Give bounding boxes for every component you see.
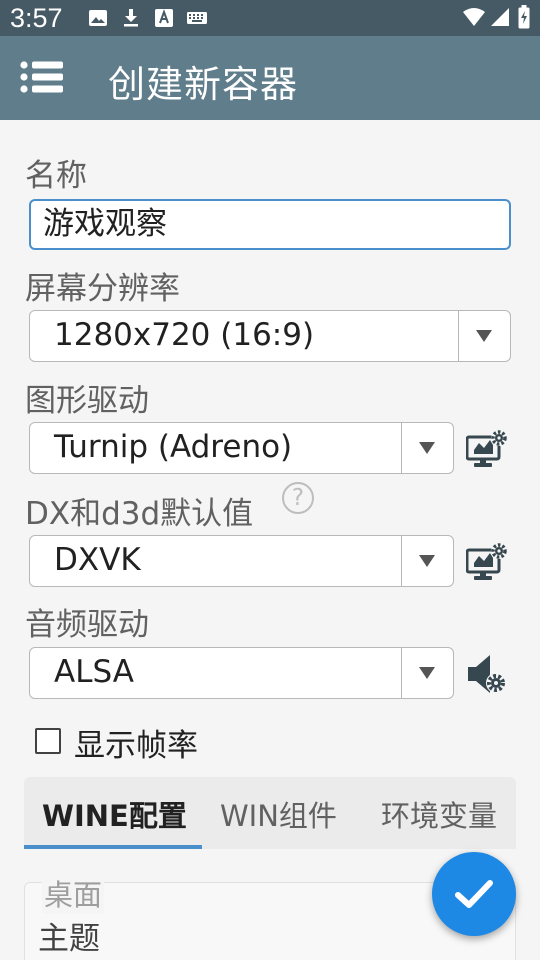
theme-label: 主题 xyxy=(38,921,100,957)
tab-wine-config[interactable]: WINE配置 xyxy=(42,793,187,835)
triangle-down-icon xyxy=(419,667,435,679)
active-tab-indicator xyxy=(24,845,202,849)
graphics-driver-value: Turnip (Adreno) xyxy=(54,429,293,465)
desktop-section-label: 桌面 xyxy=(42,872,105,914)
battery-icon xyxy=(518,5,530,33)
resolution-dropdown-button[interactable] xyxy=(458,311,510,361)
keyboard-a-icon xyxy=(154,8,174,32)
graphics-driver-dropdown-button[interactable] xyxy=(401,423,453,473)
check-icon xyxy=(455,880,493,908)
download-icon xyxy=(121,8,141,32)
resolution-label: 屏幕分辨率 xyxy=(25,271,180,307)
triangle-down-icon xyxy=(419,555,435,567)
image-icon xyxy=(88,8,108,32)
dx-wrapper-value: DXVK xyxy=(54,542,141,578)
monitor-gear-icon[interactable] xyxy=(465,541,508,583)
help-icon[interactable]: ? xyxy=(282,482,314,514)
audio-driver-select[interactable]: ALSA xyxy=(29,647,454,699)
wifi-icon xyxy=(462,6,486,32)
resolution-value: 1280x720 (16:9) xyxy=(54,317,315,353)
graphics-driver-select[interactable]: Turnip (Adreno) xyxy=(29,422,454,474)
tab-bar: WINE配置 WIN组件 环境变量 xyxy=(24,777,516,849)
audio-driver-label: 音频驱动 xyxy=(25,607,149,643)
audio-driver-value: ALSA xyxy=(54,654,134,690)
status-time: 3:57 xyxy=(10,3,63,33)
dx-wrapper-label: DX和d3d默认值 xyxy=(25,496,254,532)
monitor-gear-icon[interactable] xyxy=(465,428,508,470)
name-input[interactable]: 游戏观察 xyxy=(29,199,511,250)
menu-icon[interactable] xyxy=(20,60,64,94)
name-label: 名称 xyxy=(25,158,87,194)
graphics-driver-label: 图形驱动 xyxy=(25,383,149,419)
dx-wrapper-dropdown-button[interactable] xyxy=(401,536,453,586)
show-fps-label[interactable]: 显示帧率 xyxy=(74,720,198,765)
triangle-down-icon xyxy=(419,442,435,454)
show-fps-checkbox[interactable] xyxy=(35,728,61,754)
confirm-button[interactable] xyxy=(432,852,516,936)
audio-driver-dropdown-button[interactable] xyxy=(401,648,453,698)
dx-wrapper-select[interactable]: DXVK xyxy=(29,535,454,587)
speaker-gear-icon[interactable] xyxy=(466,653,508,695)
page-title: 创建新容器 xyxy=(108,63,298,106)
tab-env-vars[interactable]: 环境变量 xyxy=(381,793,497,835)
keyboard-icon xyxy=(186,8,208,32)
resolution-select[interactable]: 1280x720 (16:9) xyxy=(29,310,511,362)
cell-signal-icon xyxy=(490,6,510,32)
tab-win-components[interactable]: WIN组件 xyxy=(220,793,337,835)
status-bar: 3:57 xyxy=(0,0,540,36)
triangle-down-icon xyxy=(476,330,492,342)
app-bar: 创建新容器 xyxy=(0,36,540,120)
